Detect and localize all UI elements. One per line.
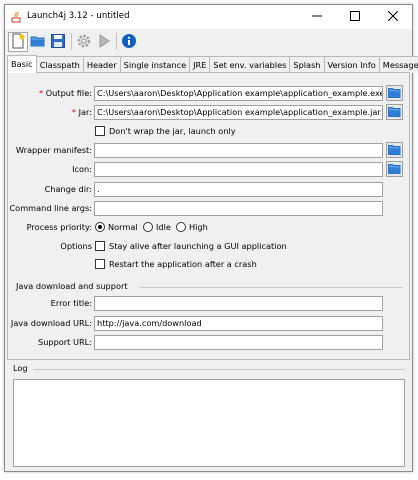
- output-file-browse-button[interactable]: [386, 85, 403, 101]
- options-label: Options: [60, 241, 92, 251]
- priority-idle-label: Idle: [156, 222, 171, 232]
- dont-wrap-label: Don't wrap the jar, launch only: [109, 126, 236, 136]
- maximize-button[interactable]: [336, 5, 374, 29]
- folder-icon: [388, 144, 401, 157]
- build-wrapper-button[interactable]: [74, 32, 94, 52]
- close-icon: [387, 10, 399, 23]
- group-divider: [140, 287, 403, 288]
- tab-classpath[interactable]: Classpath: [35, 56, 84, 73]
- java-download-url-field[interactable]: http://java.com/download: [94, 316, 383, 331]
- command-line-args-label: Command line args:: [9, 203, 92, 213]
- tab-version-info[interactable]: Version Info: [323, 56, 380, 73]
- save-icon: [50, 33, 66, 51]
- tab-set-env-variables[interactable]: Set env. variables: [209, 56, 291, 73]
- folder-icon: [388, 87, 401, 100]
- title-bar: Launch4j 3.12 - untitled: [5, 5, 412, 29]
- folder-icon: [388, 163, 401, 176]
- jar-label: * Jar:: [71, 107, 92, 117]
- run-icon: [96, 33, 112, 51]
- java-app-icon: [11, 11, 23, 23]
- icon-label: Icon:: [72, 164, 92, 174]
- log-divider: [33, 369, 405, 370]
- priority-high-label: High: [189, 222, 208, 232]
- wrapper-manifest-browse-button[interactable]: [386, 142, 403, 158]
- icon-field[interactable]: [94, 162, 383, 177]
- jar-browse-button[interactable]: [386, 104, 403, 120]
- tab-jre[interactable]: JRE: [189, 56, 211, 73]
- new-icon: [10, 33, 26, 51]
- required-marker: *: [39, 88, 44, 98]
- change-dir-field[interactable]: .: [94, 182, 383, 197]
- tab-bar: Basic Classpath Header Single instance J…: [7, 55, 418, 73]
- priority-normal-radio[interactable]: [95, 222, 105, 232]
- java-download-group-title: Java download and support: [16, 281, 128, 291]
- tab-basic[interactable]: Basic: [7, 55, 37, 73]
- support-url-field[interactable]: [94, 335, 383, 350]
- output-file-field[interactable]: C:\Users\aaron\Desktop\Application examp…: [94, 86, 383, 101]
- restart-on-crash-label: Restart the application after a crash: [109, 259, 257, 269]
- folder-icon: [388, 106, 401, 119]
- launch4j-window: Launch4j 3.12 - untitled Basic Classpath…: [4, 4, 418, 472]
- basic-tab-panel: * Output file: C:\Users\aaron\Desktop\Ap…: [7, 72, 410, 360]
- tab-header[interactable]: Header: [82, 56, 121, 73]
- output-file-label: * Output file:: [39, 88, 92, 98]
- change-dir-label: Change dir:: [44, 184, 92, 194]
- maximize-icon: [350, 11, 360, 23]
- java-download-url-label: Java download URL:: [10, 318, 92, 328]
- test-wrapper-button[interactable]: [94, 32, 114, 52]
- dont-wrap-checkbox[interactable]: [95, 126, 105, 136]
- support-url-label: Support URL:: [38, 337, 92, 347]
- tab-messages[interactable]: Messages: [378, 56, 418, 73]
- log-title: Log: [13, 363, 28, 373]
- toolbar-separator: [116, 33, 117, 50]
- minimize-button[interactable]: [298, 5, 336, 29]
- restart-on-crash-checkbox[interactable]: [95, 259, 105, 269]
- stay-alive-checkbox[interactable]: [95, 241, 105, 251]
- priority-normal-label: Normal: [108, 222, 138, 232]
- priority-idle-radio[interactable]: [143, 222, 153, 232]
- about-icon: [121, 33, 137, 51]
- close-window-button[interactable]: [374, 5, 412, 29]
- build-gear-icon: [76, 33, 92, 51]
- tab-splash[interactable]: Splash: [289, 56, 325, 73]
- minimize-icon: [312, 11, 322, 23]
- toolbar-separator: [71, 33, 72, 50]
- log-textarea[interactable]: [13, 379, 405, 467]
- error-title-field[interactable]: [94, 296, 383, 311]
- process-priority-label: Process priority:: [26, 222, 92, 232]
- priority-high-radio[interactable]: [176, 222, 186, 232]
- new-config-button[interactable]: [8, 32, 28, 52]
- icon-browse-button[interactable]: [386, 161, 403, 177]
- jar-field[interactable]: C:\Users\aaron\Desktop\Application examp…: [94, 105, 383, 120]
- error-title-label: Error title:: [50, 298, 92, 308]
- wrapper-manifest-field[interactable]: [94, 143, 383, 158]
- save-config-button[interactable]: [48, 32, 68, 52]
- wrapper-manifest-label: Wrapper manifest:: [15, 145, 92, 155]
- command-line-args-field[interactable]: [94, 201, 383, 216]
- stay-alive-label: Stay alive after launching a GUI applica…: [109, 241, 287, 251]
- tab-single-instance[interactable]: Single instance: [119, 56, 191, 73]
- window-title: Launch4j 3.12 - untitled: [27, 11, 130, 21]
- about-button[interactable]: [119, 32, 139, 52]
- toolbar: [5, 29, 412, 54]
- open-config-button[interactable]: [28, 32, 48, 52]
- required-marker: *: [71, 107, 76, 117]
- open-icon: [30, 33, 46, 51]
